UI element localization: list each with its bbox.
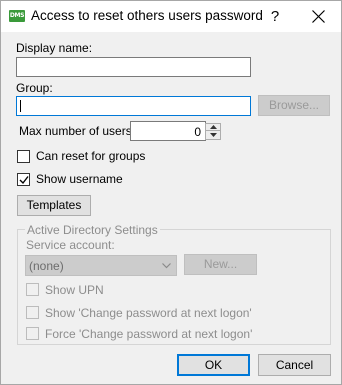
close-button[interactable] [295, 1, 341, 32]
templates-button[interactable]: Templates [17, 195, 91, 216]
max-users-label: Max number of users: [19, 124, 136, 138]
spin-down-button[interactable] [206, 132, 220, 139]
max-users-input[interactable]: 0 [130, 121, 206, 141]
show-upn-label: Show UPN [45, 283, 104, 297]
cancel-button[interactable]: Cancel [258, 354, 331, 376]
show-username-label: Show username [36, 172, 123, 186]
chevron-down-icon [162, 263, 171, 269]
service-account-select[interactable]: (none) [25, 255, 177, 276]
help-button[interactable]: ? [255, 1, 295, 32]
group-label: Group: [16, 81, 53, 95]
new-service-account-button[interactable]: New... [184, 254, 257, 275]
display-name-input[interactable] [16, 57, 251, 77]
show-upn-checkbox[interactable] [26, 283, 39, 296]
checkmark-icon [19, 176, 29, 185]
ad-settings-title: Active Directory Settings [25, 223, 160, 237]
chevron-down-icon [210, 133, 217, 137]
title-bar: DMS Access to reset others users passwor… [1, 1, 341, 32]
service-account-value: (none) [29, 259, 64, 273]
close-icon [312, 10, 325, 23]
force-change-password-checkbox[interactable] [26, 327, 39, 340]
show-change-password-checkbox[interactable] [26, 306, 39, 319]
can-reset-groups-label: Can reset for groups [36, 149, 146, 163]
max-users-value: 0 [194, 125, 201, 139]
can-reset-groups-checkbox[interactable] [17, 150, 30, 163]
dialog-window: DMS Access to reset others users passwor… [0, 0, 342, 385]
group-input[interactable] [16, 96, 251, 116]
ok-button[interactable]: OK [177, 354, 250, 376]
chevron-up-icon [210, 125, 217, 129]
dialog-title: Access to reset others users password [31, 8, 263, 23]
text-caret [20, 100, 21, 112]
display-name-label: Display name: [16, 41, 93, 55]
app-icon: DMS [9, 10, 25, 22]
service-account-label: Service account: [26, 238, 115, 252]
browse-button[interactable]: Browse... [258, 95, 330, 116]
force-change-password-label: Force 'Change password at next logon' [45, 327, 253, 341]
show-change-password-label: Show 'Change password at next logon' [45, 306, 252, 320]
spin-up-button[interactable] [206, 124, 220, 131]
max-users-spinner[interactable] [205, 123, 221, 140]
show-username-checkbox[interactable] [17, 173, 30, 186]
